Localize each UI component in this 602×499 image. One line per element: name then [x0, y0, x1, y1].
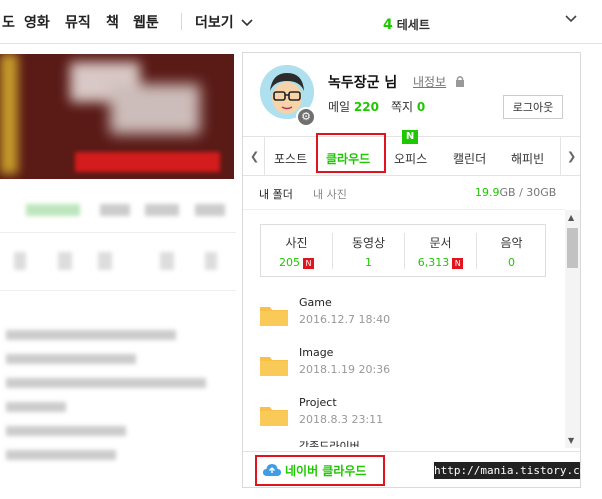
tab-happybean[interactable]: 해피빈	[511, 150, 544, 167]
nav-item-book[interactable]: 책	[106, 12, 119, 32]
my-photo-tab[interactable]: 내 사진	[313, 186, 347, 202]
naver-cloud-link[interactable]: 네이버 클라우드	[255, 455, 385, 486]
blurred-text	[160, 252, 174, 270]
chevron-down-icon	[240, 19, 253, 27]
mail-link[interactable]: 메일 220	[328, 98, 379, 115]
new-badge: N	[452, 257, 464, 269]
naver-cloud-label: 네이버 클라우드	[285, 464, 367, 478]
blurred-text	[98, 252, 112, 270]
stat-label: 음악	[500, 236, 523, 250]
blurred-banner-image[interactable]	[0, 54, 234, 179]
nav-item-movie[interactable]: 영화	[24, 12, 50, 32]
stat-photo[interactable]: 사진 205 N	[261, 225, 332, 276]
note-link[interactable]: 쪽지 0	[391, 98, 425, 115]
cloud-tab-highlight	[316, 133, 386, 173]
storage-used: 19.9	[475, 186, 500, 199]
blurred-text	[6, 402, 66, 412]
nav-item-webtoon[interactable]: 웹툰	[133, 12, 159, 32]
storage-total: / 30GB	[515, 186, 557, 199]
scroll-down-icon[interactable]: ▼	[568, 436, 574, 445]
folder-icon	[260, 446, 288, 447]
storage-usage: 19.9GB / 30GB	[475, 186, 556, 199]
weather-number: 4	[383, 17, 393, 33]
blurred-text	[195, 204, 225, 216]
stat-value: 0	[508, 256, 515, 269]
blurred-text	[58, 252, 72, 270]
naver-login-panel: ⚙ 녹두장군 님 내정보 메일 220 쪽지 0 로그아웃 ❮ 포스트 클라우드…	[242, 52, 581, 488]
tab-post[interactable]: 포스트	[274, 150, 307, 167]
folder-icon	[260, 407, 288, 426]
watermark-url: http://mania.tistory.com	[434, 462, 593, 479]
blurred-text	[26, 204, 80, 216]
folder-icon	[260, 307, 288, 326]
scrollbar-thumb[interactable]	[567, 228, 578, 268]
tab-calendar[interactable]: 캘린더	[453, 150, 486, 167]
nav-divider	[181, 13, 182, 30]
folder-name: 각종드라이버	[299, 440, 360, 447]
lock-icon	[456, 76, 464, 87]
cloud-icon	[263, 464, 281, 476]
stat-label: 사진	[285, 236, 308, 250]
mail-count: 220	[353, 100, 379, 114]
blurred-text	[6, 450, 116, 460]
gear-icon[interactable]: ⚙	[296, 107, 316, 127]
chevron-down-icon[interactable]	[564, 12, 578, 26]
blurred-text	[6, 330, 176, 340]
weather-label: 테세트	[396, 18, 430, 32]
stat-value: 1	[365, 256, 372, 269]
blurred-text	[14, 252, 26, 270]
tab-office[interactable]: 오피스	[394, 150, 427, 167]
stat-document[interactable]: 문서 6,313 N	[405, 225, 476, 276]
note-count: 0	[416, 100, 426, 114]
folder-icon	[260, 357, 288, 376]
media-stats: 사진 205 N 동영상 1 문서 6,313 N 음악 0	[260, 224, 546, 277]
new-badge: N	[402, 130, 418, 144]
blurred-text	[6, 426, 126, 436]
blurred-text	[145, 204, 179, 216]
nav-item-partial[interactable]: 도	[2, 12, 15, 32]
list-item[interactable]: Image 2018.1.19 20:36	[260, 346, 560, 386]
blurred-text	[100, 204, 130, 216]
note-label: 쪽지	[391, 100, 414, 114]
tab-next-icon[interactable]: ❯	[567, 150, 576, 163]
folder-name: Image	[299, 346, 334, 359]
mail-label: 메일	[328, 100, 351, 114]
folder-name: Game	[299, 296, 332, 309]
folder-bar: 내 폴더 내 사진 19.9GB / 30GB	[243, 176, 565, 210]
folder-date: 2018.1.19 20:36	[299, 363, 391, 376]
logout-button[interactable]: 로그아웃	[503, 95, 563, 119]
stat-value: 6,313	[417, 256, 450, 269]
new-badge: N	[303, 257, 314, 269]
stat-label: 문서	[429, 236, 452, 250]
tab-prev-icon[interactable]: ❮	[250, 150, 259, 163]
blurred-text	[205, 252, 217, 270]
nav-more-label: 더보기	[195, 15, 234, 31]
list-item[interactable]: 각종드라이버	[260, 438, 560, 447]
list-item[interactable]: Game 2016.12.7 18:40	[260, 296, 560, 336]
stat-video[interactable]: 동영상 1	[333, 225, 404, 276]
folder-list: Game 2016.12.7 18:40 Image 2018.1.19 20:…	[243, 289, 565, 447]
my-folder-tab[interactable]: 내 폴더	[259, 186, 293, 202]
nav-item-music[interactable]: 뮤직	[65, 12, 91, 32]
left-content-area	[0, 44, 236, 499]
blurred-text	[6, 378, 206, 388]
nav-more-button[interactable]: 더보기	[195, 12, 253, 32]
my-info-link[interactable]: 내정보	[413, 73, 446, 90]
folder-name: Project	[299, 396, 337, 409]
username: 녹두장군 님	[328, 75, 398, 91]
list-item[interactable]: Project 2018.8.3 23:11	[260, 396, 560, 436]
top-nav: 도 영화 뮤직 책 웹툰 더보기 4 테세트	[0, 0, 602, 44]
folder-date: 2018.8.3 23:11	[299, 413, 384, 426]
scrollbar[interactable]: ▲ ▼	[565, 210, 580, 448]
stat-value: 205	[279, 256, 300, 269]
folder-date: 2016.12.7 18:40	[299, 313, 391, 326]
stat-label: 동영상	[351, 236, 386, 250]
stat-music[interactable]: 음악 0	[476, 225, 547, 276]
blurred-text	[6, 354, 136, 364]
weather-widget[interactable]: 4 테세트	[383, 16, 430, 33]
scroll-up-icon[interactable]: ▲	[568, 213, 574, 222]
storage-used-unit: GB	[499, 186, 516, 199]
